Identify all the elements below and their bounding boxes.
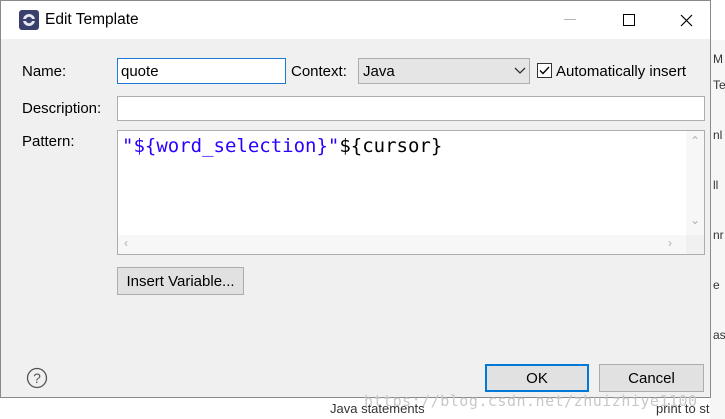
pattern-cursor-variable: ${cursor} bbox=[339, 135, 443, 157]
context-label: Context: bbox=[291, 63, 347, 80]
horizontal-scrollbar[interactable]: ‹ › bbox=[118, 235, 686, 254]
context-value: Java bbox=[363, 63, 395, 80]
close-icon bbox=[680, 14, 692, 26]
maximize-button[interactable] bbox=[604, 1, 654, 39]
background-text-right: print to st bbox=[656, 401, 710, 416]
background-app-strip: M Te nl ll nr e as bbox=[710, 40, 725, 419]
close-button[interactable] bbox=[661, 1, 711, 39]
maximize-icon bbox=[623, 14, 635, 26]
context-select[interactable]: Java bbox=[358, 58, 530, 84]
scroll-left-icon[interactable]: ‹ bbox=[124, 236, 128, 250]
help-icon[interactable]: ? bbox=[26, 367, 48, 389]
eclipse-app-icon bbox=[19, 10, 39, 30]
description-input[interactable] bbox=[117, 96, 705, 121]
checkmark-icon bbox=[539, 66, 550, 75]
description-label: Description: bbox=[22, 100, 102, 117]
svg-text:?: ? bbox=[33, 370, 41, 386]
cancel-button[interactable]: Cancel bbox=[599, 364, 704, 392]
vertical-scrollbar[interactable]: ⌃ ⌄ bbox=[686, 131, 704, 235]
auto-insert-label: Automatically insert bbox=[556, 63, 687, 80]
name-label: Name: bbox=[22, 63, 67, 80]
background-text-left: Java statements bbox=[330, 401, 425, 416]
chevron-down-icon bbox=[514, 67, 526, 74]
scroll-right-icon[interactable]: › bbox=[668, 236, 672, 250]
insert-variable-button[interactable]: Insert Variable... bbox=[117, 267, 244, 295]
minimize-button[interactable] bbox=[545, 1, 595, 39]
scroll-down-icon[interactable]: ⌄ bbox=[690, 213, 700, 227]
pattern-string-literal: "${word_selection}" bbox=[122, 135, 340, 157]
title-bar: Edit Template bbox=[1, 1, 710, 39]
scroll-up-icon[interactable]: ⌃ bbox=[690, 134, 700, 148]
edit-template-dialog: Edit Template Name: quote Context: Java … bbox=[0, 0, 711, 398]
pattern-text: "${word_selection}"${cursor} bbox=[122, 135, 442, 157]
minimize-icon bbox=[564, 19, 576, 20]
auto-insert-checkbox[interactable] bbox=[537, 63, 552, 78]
scroll-corner bbox=[686, 235, 704, 254]
pattern-editor[interactable]: "${word_selection}"${cursor} ⌃ ⌄ ‹ › bbox=[117, 130, 705, 255]
name-input[interactable]: quote bbox=[117, 58, 286, 84]
ok-button[interactable]: OK bbox=[485, 364, 589, 392]
window-title: Edit Template bbox=[45, 11, 139, 28]
pattern-label: Pattern: bbox=[22, 133, 75, 150]
